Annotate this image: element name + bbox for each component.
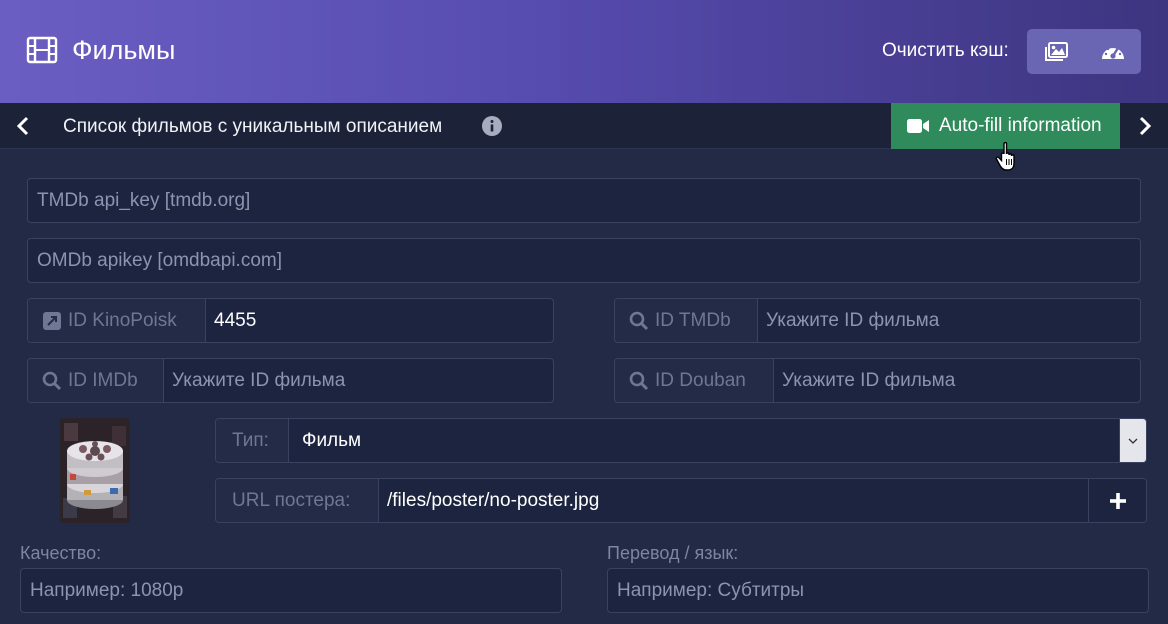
list-title: Список фильмов с уникальным описанием: [63, 116, 443, 137]
translation-label: Перевод / язык:: [607, 543, 739, 563]
clear-images-cache-button[interactable]: [1027, 29, 1084, 74]
poster-thumbnail: [60, 418, 130, 523]
omdb-api-key-input[interactable]: OMDb apikey [omdbapi.com]: [27, 238, 1141, 283]
plus-icon: [1109, 492, 1126, 509]
hand-pointer-cursor-icon: [995, 141, 1015, 171]
type-addon: Тип:: [216, 419, 289, 462]
clear-cache-label: Очистить кэш:: [882, 40, 1009, 61]
gauge-icon: [1101, 45, 1124, 59]
douban-id-group: ID Douban Укажите ID фильма: [614, 358, 1141, 403]
poster-url-input[interactable]: /files/poster/no-poster.jpg: [379, 479, 1088, 522]
external-link-icon: [43, 311, 61, 330]
type-select[interactable]: Фильм: [289, 419, 1119, 462]
poster-url-label: URL постера:: [232, 489, 351, 511]
tmdb-id-group: ID TMDb Укажите ID фильма: [614, 298, 1141, 343]
kinopoisk-id-value: 4455: [214, 310, 257, 331]
quality-input[interactable]: Например: 1080p: [20, 568, 562, 613]
clear-cache-button-group: [1027, 29, 1141, 74]
poster-url-group: URL постера: /files/poster/no-poster.jpg: [215, 478, 1147, 523]
translation-input[interactable]: Например: Субтитры: [607, 568, 1149, 613]
kinopoisk-id-label: ID KinoPoisk: [68, 309, 177, 331]
auto-fill-label: Auto-fill information: [939, 115, 1102, 136]
imdb-id-label: ID IMDb: [68, 369, 138, 391]
search-icon: [42, 371, 62, 390]
next-list-button[interactable]: [1133, 114, 1157, 138]
kinopoisk-id-group: ID KinoPoisk 4455: [27, 298, 554, 343]
search-icon: [629, 371, 649, 390]
imdb-id-addon: ID IMDb: [28, 359, 164, 402]
list-toolbar: Список фильмов с уникальным описанием Au…: [0, 103, 1168, 149]
douban-id-addon: ID Douban: [615, 359, 774, 402]
quality-label: Качество:: [20, 543, 102, 563]
douban-id-label: ID Douban: [655, 369, 746, 391]
upload-poster-button[interactable]: [1088, 479, 1146, 522]
omdb-api-key-placeholder: OMDb apikey [omdbapi.com]: [37, 250, 282, 271]
kinopoisk-id-addon: ID KinoPoisk: [28, 299, 206, 342]
video-camera-icon: [907, 119, 929, 133]
douban-id-placeholder: Укажите ID фильма: [782, 370, 956, 391]
app-header: Фильмы Очистить кэш:: [0, 0, 1168, 103]
quality-placeholder: Например: 1080p: [30, 580, 184, 601]
translation-placeholder: Например: Субтитры: [617, 580, 805, 601]
tmdb-id-label: ID TMDb: [655, 309, 731, 331]
kinopoisk-id-input[interactable]: 4455: [206, 299, 553, 342]
prev-list-button[interactable]: [11, 114, 35, 138]
page-title-wrap: Фильмы: [26, 34, 175, 66]
search-icon: [629, 311, 649, 330]
clear-stats-cache-button[interactable]: [1084, 29, 1141, 74]
type-select-group: Тип: Фильм: [215, 418, 1147, 463]
images-icon: [1044, 41, 1068, 61]
chevron-left-icon: [16, 116, 29, 136]
douban-id-input[interactable]: Укажите ID фильма: [774, 359, 1140, 402]
chevron-right-icon: [1139, 116, 1152, 136]
poster-url-addon: URL постера:: [216, 479, 379, 522]
tmdb-api-key-input[interactable]: TMDb api_key [tmdb.org]: [27, 178, 1141, 223]
film-icon: [26, 36, 58, 64]
imdb-id-placeholder: Укажите ID фильма: [172, 370, 346, 391]
poster-url-value: /files/poster/no-poster.jpg: [387, 490, 600, 511]
tmdb-id-placeholder: Укажите ID фильма: [766, 310, 940, 331]
type-select-value: Фильм: [302, 430, 362, 451]
tmdb-api-key-placeholder: TMDb api_key [tmdb.org]: [37, 190, 251, 211]
imdb-id-input[interactable]: Укажите ID фильма: [164, 359, 553, 402]
page-title: Фильмы: [72, 34, 176, 65]
film-reels-image: [60, 418, 130, 523]
type-select-toggle[interactable]: [1119, 419, 1146, 462]
tmdb-id-addon: ID TMDb: [615, 299, 758, 342]
tmdb-id-input[interactable]: Укажите ID фильма: [758, 299, 1140, 342]
chevron-down-icon: [1128, 438, 1138, 444]
type-label: Тип:: [232, 429, 269, 451]
imdb-id-group: ID IMDb Укажите ID фильма: [27, 358, 554, 403]
info-icon[interactable]: [482, 116, 502, 136]
